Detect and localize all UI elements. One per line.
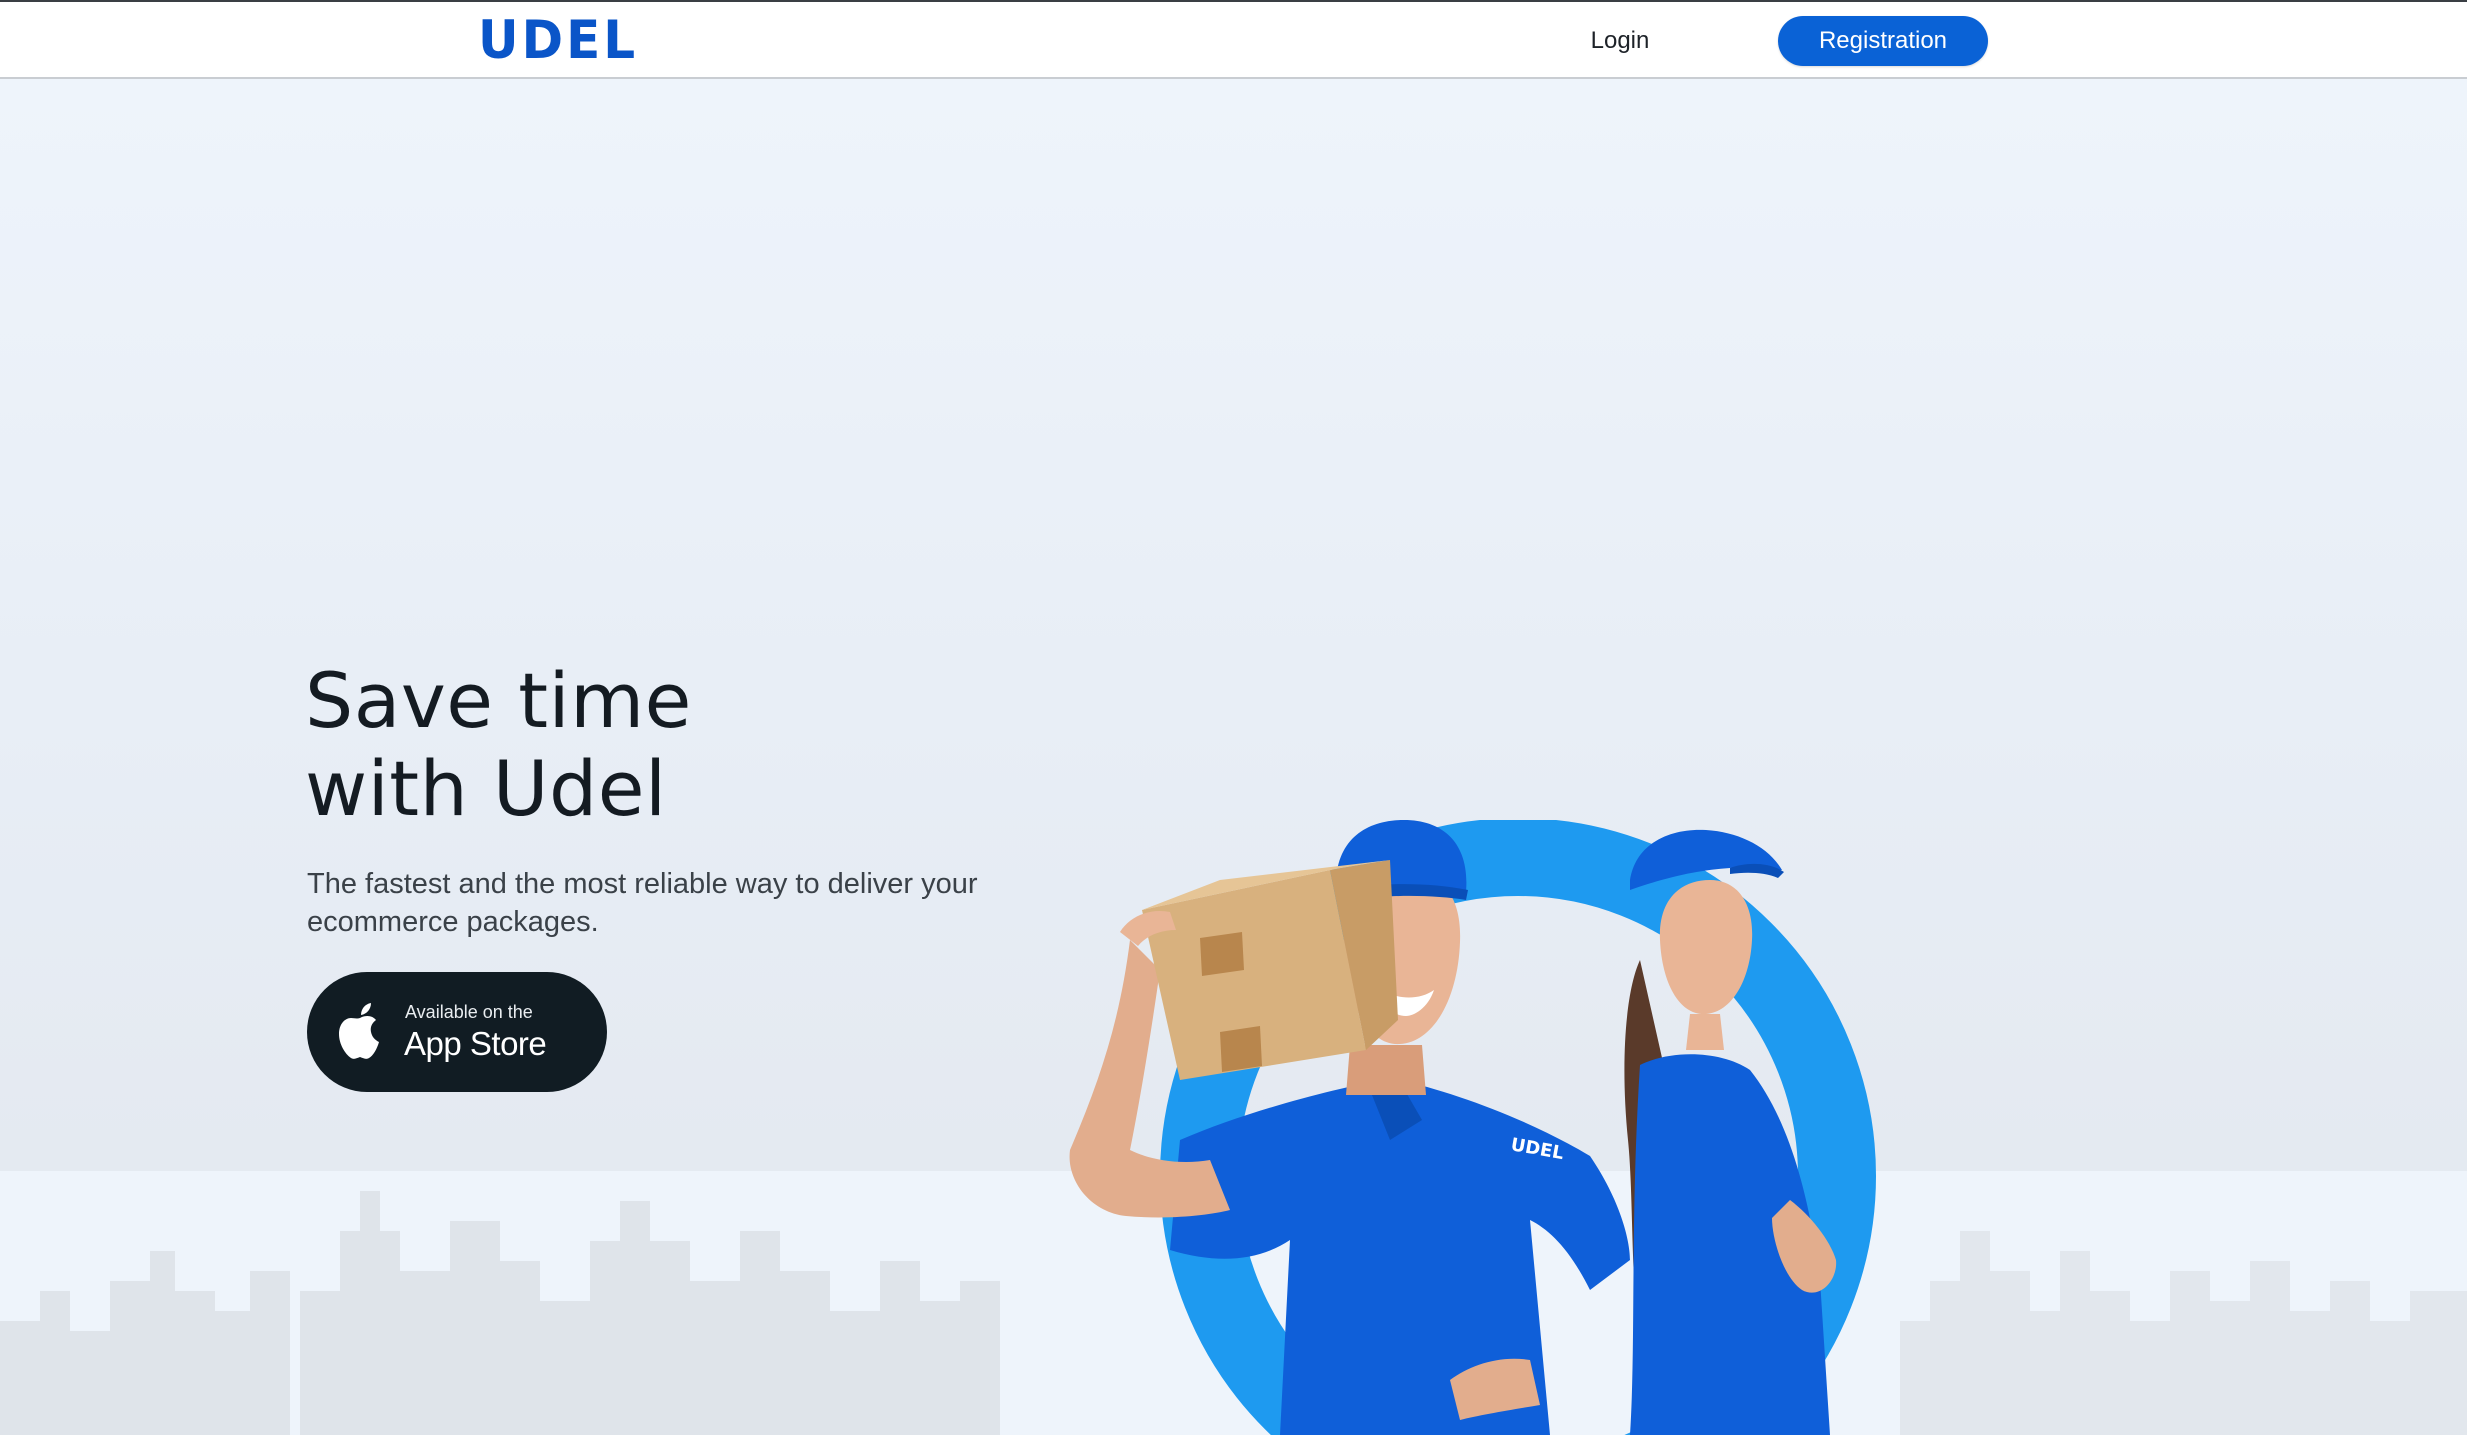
registration-button[interactable]: Registration — [1778, 16, 1988, 66]
app-store-small-label: Available on the — [405, 1002, 533, 1022]
login-link[interactable]: Login — [1570, 24, 1670, 58]
cardboard-box — [1120, 860, 1398, 1080]
hero-subtext: The fastest and the most reliable way to… — [307, 868, 978, 938]
app-store-button[interactable]: Available on the App Store — [307, 972, 607, 1092]
udel-logo[interactable]: UDEL — [478, 11, 638, 70]
apple-icon — [339, 1003, 379, 1059]
app-store-label: App Store — [404, 1025, 547, 1062]
headline-line-1: Save time — [305, 656, 692, 745]
headline-line-2: with Udel — [305, 744, 667, 833]
site-header: UDEL Login Registration — [0, 2, 2467, 79]
delivery-couriers-illustration: UDEL — [1069, 820, 1876, 1435]
hero-headline: Save time with Udel — [305, 657, 692, 833]
